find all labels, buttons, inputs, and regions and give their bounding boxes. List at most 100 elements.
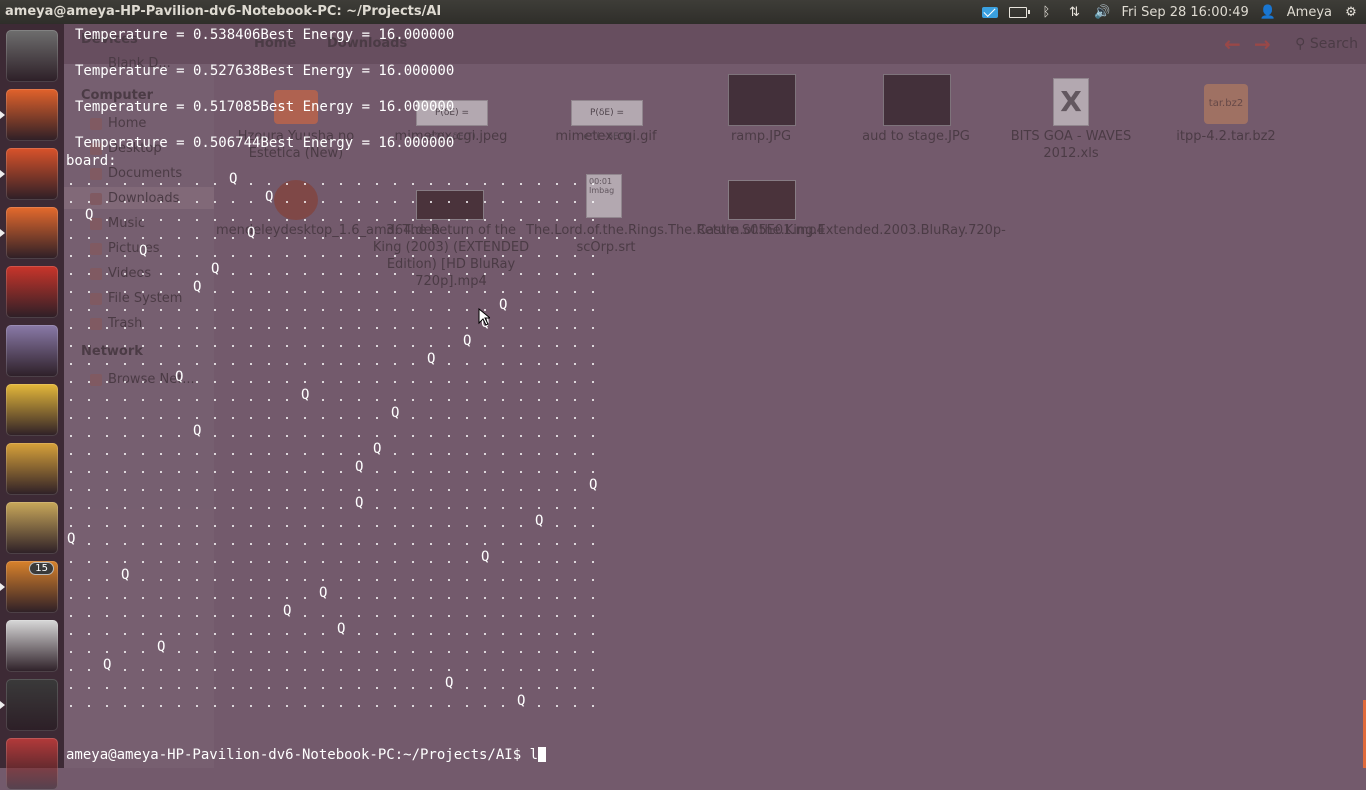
board-cell — [124, 255, 126, 257]
board-queen: Q — [283, 603, 292, 619]
board-cell — [286, 669, 288, 671]
user-name[interactable]: Ameya — [1287, 5, 1332, 20]
text-editor-icon[interactable] — [6, 620, 58, 672]
board-cell — [520, 201, 522, 203]
board-cell — [484, 381, 486, 383]
board-cell — [286, 327, 288, 329]
battery-icon[interactable] — [1009, 5, 1031, 19]
user-icon[interactable]: 👤 — [1259, 5, 1277, 20]
board-cell — [412, 489, 414, 491]
board-cell — [358, 255, 360, 257]
board-cell — [430, 273, 432, 275]
board-cell — [214, 219, 216, 221]
terminal-icon[interactable] — [6, 679, 58, 731]
terminal-prompt: ameya@ameya-HP-Pavilion-dv6-Notebook-PC:… — [66, 747, 530, 763]
gear-icon[interactable]: ⚙ — [1342, 5, 1360, 20]
board-cell — [142, 219, 144, 221]
board-cell — [502, 345, 504, 347]
board-cell — [178, 255, 180, 257]
board-cell — [358, 417, 360, 419]
board-cell — [124, 435, 126, 437]
terminal-input[interactable]: l — [530, 747, 538, 763]
board-cell — [322, 399, 324, 401]
firefox-icon[interactable] — [6, 148, 58, 200]
board-cell — [376, 615, 378, 617]
board-cell — [232, 543, 234, 545]
board-cell — [574, 525, 576, 527]
update-manager-icon[interactable]: 15 — [6, 561, 58, 613]
bluetooth-icon[interactable]: ᛒ — [1037, 5, 1055, 20]
board-cell — [322, 219, 324, 221]
board-cell — [70, 399, 72, 401]
board-cell — [394, 543, 396, 545]
volume-icon[interactable]: 🔊 — [1093, 5, 1111, 20]
board-cell — [268, 309, 270, 311]
mail-icon[interactable] — [981, 5, 999, 19]
board-cell — [196, 615, 198, 617]
board-cell — [358, 345, 360, 347]
board-cell — [286, 363, 288, 365]
board-cell — [502, 615, 504, 617]
board-cell — [574, 237, 576, 239]
board-cell — [412, 687, 414, 689]
board-cell — [250, 255, 252, 257]
board-cell — [196, 489, 198, 491]
board-cell — [232, 525, 234, 527]
board-cell — [268, 543, 270, 545]
board-cell — [214, 345, 216, 347]
board-cell — [124, 291, 126, 293]
board-cell — [592, 525, 594, 527]
board-cell — [214, 525, 216, 527]
dvd-icon[interactable] — [6, 738, 58, 790]
terminal-window[interactable]: Temperature = 0.538406Best Energy = 16.0… — [64, 24, 1366, 768]
board-cell — [70, 669, 72, 671]
board-cell — [394, 615, 396, 617]
archive-icon[interactable] — [6, 502, 58, 554]
software-center-icon[interactable] — [6, 207, 58, 259]
board-cell — [574, 201, 576, 203]
xchat-icon[interactable] — [6, 443, 58, 495]
board-cell — [394, 255, 396, 257]
board-cell — [502, 633, 504, 635]
board-queen: Q — [193, 279, 202, 295]
board-queen: Q — [445, 675, 454, 691]
board-cell — [502, 705, 504, 707]
terminal-prompt-line[interactable]: ameya@ameya-HP-Pavilion-dv6-Notebook-PC:… — [66, 746, 547, 764]
board-cell — [124, 651, 126, 653]
board-cell — [430, 381, 432, 383]
board-cell — [340, 507, 342, 509]
board-cell — [538, 543, 540, 545]
tux-icon[interactable] — [6, 384, 58, 436]
board-cell — [70, 435, 72, 437]
board-cell — [286, 345, 288, 347]
board-cell — [376, 489, 378, 491]
board-cell — [142, 543, 144, 545]
board-cell — [106, 615, 108, 617]
board-cell — [214, 705, 216, 707]
board-cell — [412, 363, 414, 365]
ubuntu-dash-icon[interactable] — [6, 30, 58, 82]
files-icon[interactable] — [6, 89, 58, 141]
board-cell — [196, 417, 198, 419]
clock[interactable]: Fri Sep 28 16:00:49 — [1121, 5, 1248, 20]
board-cell — [160, 381, 162, 383]
system-settings-icon[interactable] — [6, 266, 58, 318]
board-cell — [484, 543, 486, 545]
board-cell — [574, 183, 576, 185]
board-cell — [520, 417, 522, 419]
network-icon[interactable]: ⇅ — [1065, 5, 1083, 20]
board-cell — [592, 597, 594, 599]
board-cell — [484, 363, 486, 365]
board-cell — [214, 669, 216, 671]
board-cell — [250, 183, 252, 185]
board-cell — [556, 201, 558, 203]
board-cell — [520, 273, 522, 275]
board-cell — [178, 363, 180, 365]
board-cell — [538, 471, 540, 473]
board-cell — [286, 579, 288, 581]
board-cell — [520, 543, 522, 545]
board-cell — [502, 579, 504, 581]
board-cell — [322, 471, 324, 473]
pidgin-icon[interactable] — [6, 325, 58, 377]
board-cell — [466, 705, 468, 707]
